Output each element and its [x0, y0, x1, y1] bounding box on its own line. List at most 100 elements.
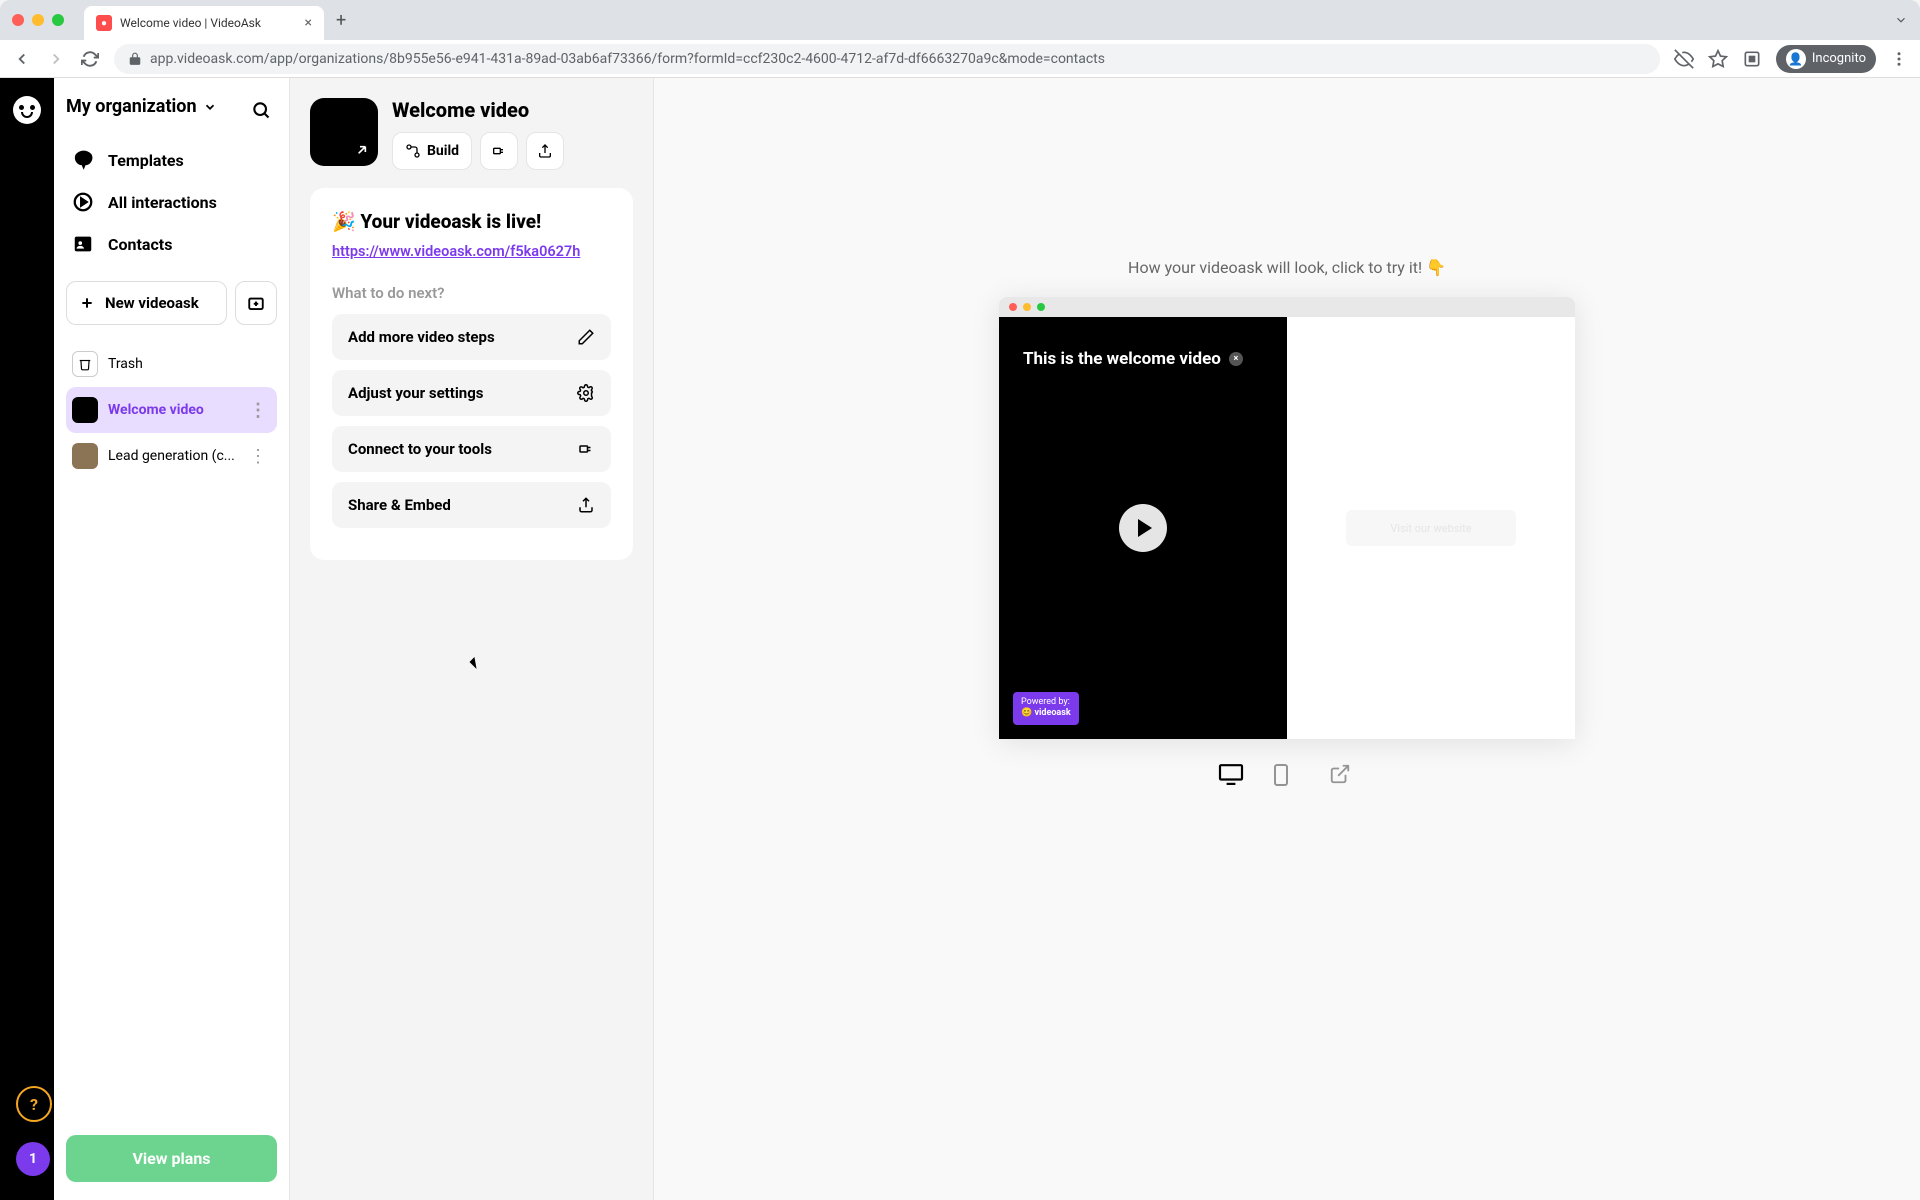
incognito-label: Incognito: [1812, 51, 1866, 66]
videoask-thumb: [72, 397, 98, 423]
videoask-label: Welcome video: [108, 402, 235, 418]
action-settings[interactable]: Adjust your settings: [332, 370, 611, 416]
action-add-steps[interactable]: Add more video steps: [332, 314, 611, 360]
star-icon[interactable]: [1708, 49, 1728, 69]
play-button[interactable]: [1119, 504, 1167, 552]
trash-icon: [72, 351, 98, 377]
eye-off-icon[interactable]: [1674, 49, 1694, 69]
address-bar[interactable]: app.videoask.com/app/organizations/8b955…: [114, 44, 1660, 74]
search-icon[interactable]: [251, 100, 271, 120]
flow-icon: [405, 143, 421, 159]
nav-contacts[interactable]: Contacts: [66, 223, 277, 265]
live-card: 🎉 Your videoask is live! https://www.vid…: [310, 188, 633, 560]
help-button[interactable]: ?: [16, 1086, 52, 1122]
tab-title: Welcome video | VideoAsk: [120, 16, 297, 30]
extensions-icon[interactable]: [1742, 49, 1762, 69]
share-icon: [577, 496, 595, 514]
chevron-down-icon: [203, 100, 217, 114]
share-url-link[interactable]: https://www.videoask.com/f5ka0627h: [332, 243, 580, 260]
incognito-icon: 👤: [1786, 49, 1806, 69]
desktop-view-button[interactable]: [1217, 763, 1245, 785]
folder-plus-icon: [247, 294, 265, 312]
browser-tab-bar: ● Welcome video | VideoAsk × +: [0, 0, 1920, 40]
plus-icon: [79, 295, 95, 311]
back-button[interactable]: [12, 49, 32, 69]
contacts-icon: [72, 233, 94, 255]
preview-hint: How your videoask will look, click to tr…: [1128, 258, 1446, 277]
videoask-item-welcome[interactable]: Welcome video ⋮: [66, 387, 277, 433]
videoask-thumb: [72, 443, 98, 469]
preview-window[interactable]: This is the welcome video × Powered by: …: [999, 297, 1575, 739]
app-logo[interactable]: [13, 96, 41, 124]
nav-label: Templates: [108, 151, 184, 170]
next-steps-heading: What to do next?: [332, 284, 611, 302]
open-external-button[interactable]: [1329, 763, 1357, 785]
minimize-window-icon[interactable]: [32, 14, 44, 26]
powered-by-badge[interactable]: Powered by: 😊 videoask: [1013, 692, 1079, 725]
notification-badge[interactable]: 1: [16, 1142, 50, 1176]
action-label: Share & Embed: [348, 496, 451, 514]
more-icon[interactable]: ⋮: [245, 446, 271, 467]
detail-panel: Welcome video Build 🎉 Your videoask is l…: [290, 78, 654, 1200]
play-icon: [1138, 519, 1152, 537]
nav-interactions[interactable]: All interactions: [66, 181, 277, 223]
videoask-title: Welcome video: [392, 98, 564, 122]
new-tab-button[interactable]: +: [336, 10, 346, 31]
video-overlay-title: This is the welcome video ×: [1023, 349, 1243, 369]
video-region[interactable]: This is the welcome video × Powered by: …: [999, 317, 1287, 739]
rocket-icon: [72, 149, 94, 171]
party-emoji: 🎉: [332, 210, 356, 233]
more-icon[interactable]: ⋮: [245, 400, 271, 421]
reload-button[interactable]: [80, 49, 100, 69]
action-connect[interactable]: Connect to your tools: [332, 426, 611, 472]
new-videoask-button[interactable]: New videoask: [66, 281, 227, 325]
browser-tab[interactable]: ● Welcome video | VideoAsk ×: [84, 6, 324, 40]
preview-pane: How your videoask will look, click to tr…: [654, 78, 1920, 1200]
response-region: Visit our website: [1287, 317, 1575, 739]
app-root: My organization Templates All interactio…: [0, 78, 1920, 1200]
overlay-close-icon[interactable]: ×: [1229, 352, 1243, 366]
tab-close-icon[interactable]: ×: [305, 15, 312, 31]
expand-icon: [354, 142, 370, 158]
build-button[interactable]: Build: [392, 132, 472, 170]
videoask-preview-thumb[interactable]: [310, 98, 378, 166]
videoask-label: Lead generation (c...: [108, 448, 235, 464]
window-controls: [12, 14, 64, 26]
org-switcher[interactable]: My organization: [66, 96, 277, 117]
action-label: Connect to your tools: [348, 440, 492, 458]
build-label: Build: [427, 143, 459, 159]
menu-icon[interactable]: [1890, 50, 1908, 68]
videoask-item-lead[interactable]: Lead generation (c... ⋮: [66, 433, 277, 479]
connect-button[interactable]: [480, 132, 518, 170]
close-icon: [1009, 303, 1017, 311]
favicon-icon: ●: [96, 15, 112, 31]
org-name: My organization: [66, 96, 197, 117]
maximize-window-icon[interactable]: [52, 14, 64, 26]
nav-label: All interactions: [108, 193, 217, 212]
play-circle-icon: [72, 191, 94, 213]
action-share-embed[interactable]: Share & Embed: [332, 482, 611, 528]
action-label: Adjust your settings: [348, 384, 483, 402]
cta-placeholder[interactable]: Visit our website: [1346, 510, 1516, 546]
import-button[interactable]: [235, 281, 277, 325]
browser-toolbar: app.videoask.com/app/organizations/8b955…: [0, 40, 1920, 78]
new-videoask-label: New videoask: [105, 294, 199, 312]
tabs-overflow-icon[interactable]: [1894, 13, 1908, 27]
close-window-icon[interactable]: [12, 14, 24, 26]
pencil-icon: [577, 328, 595, 346]
mobile-view-button[interactable]: [1273, 763, 1301, 785]
toolbar-right: 👤 Incognito: [1674, 45, 1908, 73]
share-icon: [537, 143, 553, 159]
plug-icon: [491, 143, 507, 159]
plug-icon: [577, 440, 595, 458]
live-heading: 🎉 Your videoask is live!: [332, 210, 611, 233]
share-button[interactable]: [526, 132, 564, 170]
gear-icon: [577, 384, 595, 402]
action-label: Add more video steps: [348, 328, 495, 346]
nav-label: Contacts: [108, 235, 172, 254]
view-plans-button[interactable]: View plans: [66, 1135, 277, 1182]
nav-templates[interactable]: Templates: [66, 139, 277, 181]
incognito-badge[interactable]: 👤 Incognito: [1776, 45, 1876, 73]
trash-link[interactable]: Trash: [66, 341, 277, 387]
forward-button[interactable]: [46, 49, 66, 69]
